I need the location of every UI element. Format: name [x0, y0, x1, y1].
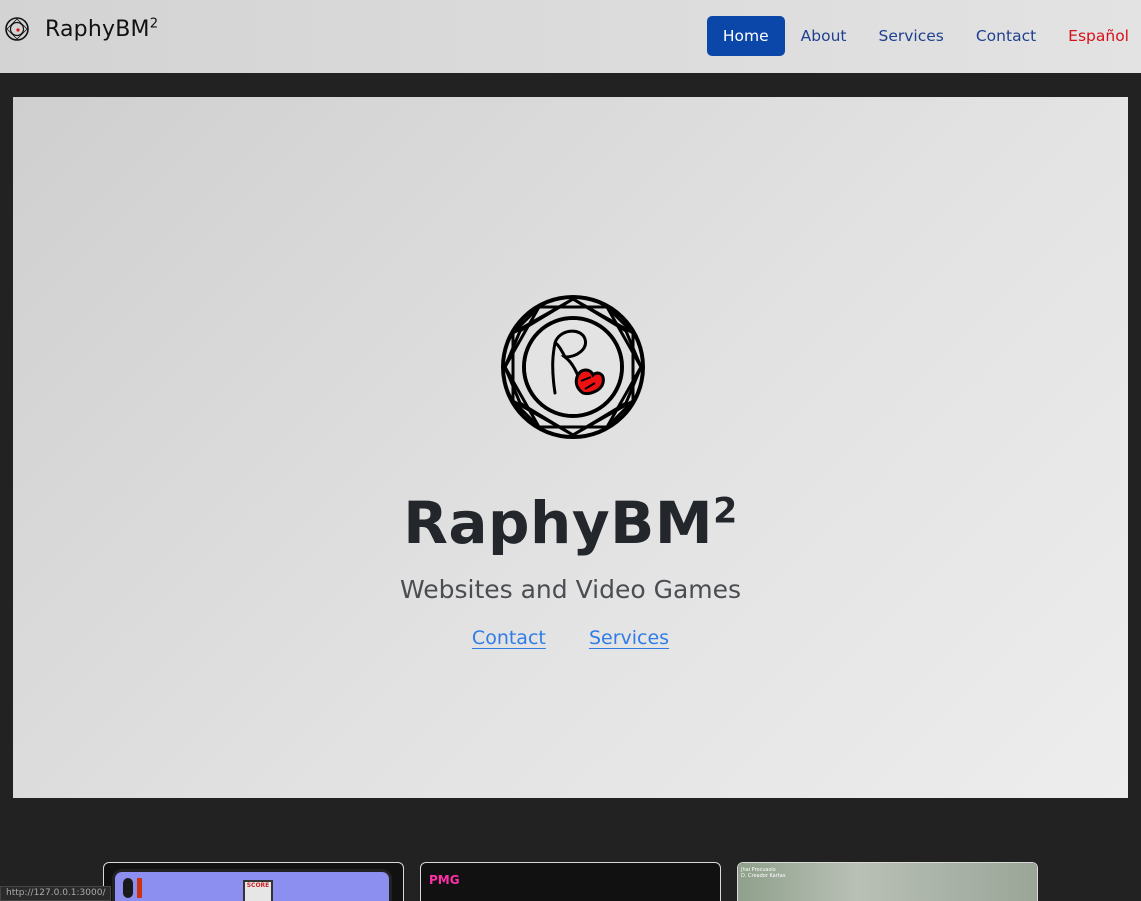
karts-preview-line-2: D. Creador Kartas: [741, 873, 786, 879]
pong-ball-icon: [123, 878, 133, 898]
hero-services-link[interactable]: Services: [589, 627, 669, 649]
brand-name-sup: 2: [149, 16, 159, 32]
hero-section: RaphyBM2 Websites and Video Games Contac…: [13, 97, 1128, 798]
nav-about-link[interactable]: About: [785, 16, 863, 56]
nav-language-link[interactable]: Español: [1052, 16, 1141, 56]
project-card-pong[interactable]: SCORE: [103, 862, 404, 901]
hero-title: RaphyBM2: [13, 489, 1128, 557]
hero-contact-link[interactable]: Contact: [472, 627, 546, 649]
hero-subtitle: Websites and Video Games: [399, 575, 742, 604]
brand-name: RaphyBM2: [45, 17, 158, 42]
brand-name-text: RaphyBM: [45, 16, 150, 42]
hero-links: Contact Services: [13, 627, 1128, 649]
project-card-pmg[interactable]: PMG: [420, 862, 721, 901]
hero-logo-icon: [501, 295, 645, 439]
status-bar-url: http://127.0.0.1:3000/: [0, 886, 112, 901]
pong-paddle-icon: [137, 878, 142, 898]
brand-link[interactable]: RaphyBM2: [4, 16, 158, 42]
brand-logo-icon: [5, 17, 29, 41]
pong-score-label: SCORE: [243, 880, 273, 901]
project-card-karts[interactable]: Jhai Procuasio D. Creador Kartas: [737, 862, 1038, 901]
hero-title-text: RaphyBM: [403, 489, 714, 557]
nav-services-link[interactable]: Services: [862, 16, 959, 56]
hero-title-sup: 2: [713, 491, 738, 532]
nav-links: Home About Services Contact Español: [706, 16, 1141, 56]
nav-contact-link[interactable]: Contact: [960, 16, 1052, 56]
nav-home-link[interactable]: Home: [706, 16, 785, 56]
karts-preview-text: Jhai Procuasio D. Creador Kartas: [741, 867, 785, 879]
pong-game-preview: SCORE: [112, 869, 392, 901]
navbar: RaphyBM2 Home About Services Contact Esp…: [0, 0, 1141, 73]
pmg-logo: PMG: [429, 873, 460, 887]
